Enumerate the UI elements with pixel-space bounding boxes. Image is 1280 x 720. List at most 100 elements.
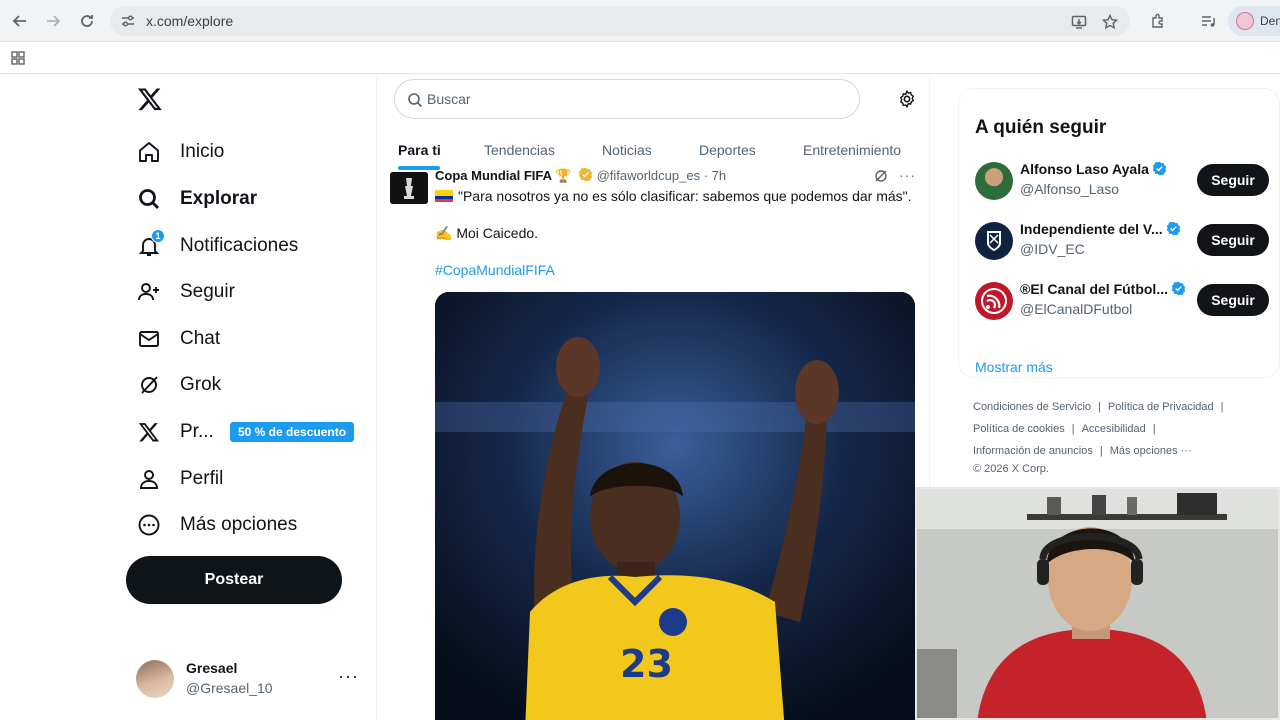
address-bar[interactable]: x.com/explore	[110, 6, 1130, 36]
avatar[interactable]	[390, 172, 428, 204]
search-placeholder: Buscar	[427, 91, 471, 107]
verified-icon	[1152, 161, 1167, 176]
show-more-link[interactable]: Mostrar más	[975, 359, 1053, 375]
follow-suggestion[interactable]: ®El Canal del Fútbol... @ElCanalDFutbol …	[975, 280, 1275, 324]
who-to-follow-card: A quién seguir Alfonso Laso Ayala @Alfon…	[958, 88, 1280, 378]
apps-grid-icon[interactable]	[11, 51, 25, 65]
avatar	[975, 282, 1013, 320]
nav-label: Más opciones	[180, 514, 298, 535]
footer-link[interactable]: Más opciones ···	[1110, 445, 1192, 457]
footer-links: Condiciones de Servicio | Política de Priv…	[973, 401, 1224, 475]
tweet-hashtag[interactable]: #CopaMundialFIFA	[435, 262, 555, 278]
suggestion-handle: @ElCanalDFutbol	[1020, 301, 1133, 317]
tab-trending[interactable]: Tendencias	[484, 142, 555, 158]
footer-link[interactable]: Accesibilidad	[1082, 423, 1146, 435]
profile-name: Den	[1260, 14, 1280, 28]
reload-icon[interactable]	[77, 11, 97, 31]
nav-profile[interactable]: Perfil	[136, 464, 223, 494]
nav-label: Seguir	[180, 281, 235, 302]
suggestion-handle: @IDV_EC	[1020, 241, 1085, 257]
verified-gold-icon	[578, 167, 593, 182]
tab-news[interactable]: Noticias	[602, 142, 652, 158]
nav-premium[interactable]: Pr...	[136, 417, 214, 447]
nav-chat[interactable]: Chat	[136, 324, 220, 354]
gear-icon[interactable]	[897, 89, 917, 109]
tweet-more-icon[interactable]: ···	[899, 167, 916, 183]
avatar	[975, 222, 1013, 260]
tweet-author[interactable]: Copa Mundial FIFA 🏆	[435, 168, 571, 183]
verified-icon	[1171, 281, 1186, 296]
extensions-icon[interactable]	[1148, 11, 1168, 31]
premium-discount-badge[interactable]: 50 % de descuento	[230, 422, 355, 442]
tweet-photo[interactable]: 23	[435, 292, 915, 720]
footer-link[interactable]: Información de anuncios	[973, 445, 1093, 457]
avatar	[975, 162, 1013, 200]
account-more-icon[interactable]: ···	[338, 666, 359, 687]
search-icon	[408, 93, 423, 108]
nav-label: Chat	[180, 328, 221, 349]
grok-icon[interactable]	[873, 168, 889, 184]
nav-explore[interactable]: Explorar	[136, 184, 257, 214]
nav-label: Grok	[180, 374, 222, 395]
jersey-number: 23	[620, 642, 673, 686]
tweet[interactable]: Copa Mundial FIFA 🏆 @fifaworldcup_es · 7…	[377, 167, 929, 720]
account-handle: @Gresael_10	[186, 680, 273, 696]
who-to-follow-title: A quién seguir	[975, 117, 1107, 138]
post-button[interactable]: Postear	[126, 556, 342, 604]
nav-grok[interactable]: Grok	[136, 370, 221, 400]
suggestion-name: Independiente del V...	[1020, 221, 1181, 237]
follow-button[interactable]: Seguir	[1197, 164, 1269, 196]
account-name: Gresael	[186, 660, 238, 676]
follow-button[interactable]: Seguir	[1197, 224, 1269, 256]
more-circle-icon	[136, 512, 162, 538]
main-column: Buscar Para ti Tendencias Noticias Depor…	[376, 74, 930, 720]
nav-label: Explorar	[180, 188, 258, 209]
search-input[interactable]: Buscar	[394, 79, 860, 119]
media-controls-icon[interactable]	[1198, 11, 1218, 31]
person-plus-icon	[136, 279, 162, 305]
fifa-trophy-icon	[390, 172, 428, 204]
nav-more-options[interactable]: Más opciones	[136, 510, 297, 540]
tab-for-you[interactable]: Para ti	[398, 142, 441, 158]
account-switcher[interactable]: Gresael @Gresael_10 ···	[136, 658, 360, 702]
site-info-icon[interactable]	[120, 13, 136, 29]
profile-button[interactable]: Den	[1228, 6, 1280, 36]
webcam-overlay	[915, 487, 1280, 720]
tab-entertainment[interactable]: Entretenimiento	[803, 142, 901, 158]
url-text[interactable]: x.com/explore	[146, 13, 233, 29]
avatar	[136, 660, 174, 698]
bookmarks-bar	[0, 42, 1280, 74]
follow-suggestion[interactable]: Independiente del V... @IDV_EC Seguir	[975, 220, 1275, 264]
tweet-handle[interactable]: @fifaworldcup_es · 7h	[597, 168, 727, 183]
search-icon	[136, 186, 162, 212]
follow-button[interactable]: Seguir	[1197, 284, 1269, 316]
tweet-attribution: ✍️ Moi Caicedo.	[435, 225, 539, 241]
footer-link[interactable]: Condiciones de Servicio	[973, 401, 1091, 413]
suggestion-name: ®El Canal del Fútbol...	[1020, 281, 1186, 297]
notification-badge: 1	[151, 229, 165, 243]
nav-label: Perfil	[180, 468, 224, 489]
back-icon[interactable]	[10, 11, 30, 31]
left-navigation: Inicio Explorar Notificaciones Seguir Ch…	[0, 74, 376, 720]
nav-follow[interactable]: Seguir	[136, 277, 235, 307]
x-logo-icon[interactable]	[137, 86, 163, 112]
nav-label: Notificaciones	[180, 235, 299, 256]
bookmark-star-icon[interactable]	[1101, 13, 1119, 31]
profile-avatar	[1236, 12, 1254, 30]
grok-icon	[136, 372, 162, 398]
tab-sports[interactable]: Deportes	[699, 142, 756, 158]
follow-suggestion[interactable]: Alfonso Laso Ayala @Alfonso_Laso Seguir	[975, 160, 1275, 204]
forward-icon[interactable]	[43, 11, 63, 31]
idv-crest-icon	[987, 231, 1001, 251]
footer-link[interactable]: Política de Privacidad	[1108, 401, 1214, 413]
install-app-icon[interactable]	[1070, 13, 1088, 31]
suggestion-handle: @Alfonso_Laso	[1020, 181, 1120, 197]
x-logo-icon	[136, 419, 162, 445]
nav-home[interactable]: Inicio	[136, 137, 224, 167]
tweet-quote: "Para nosotros ya no es sólo clasificar:…	[458, 188, 912, 204]
envelope-icon	[136, 326, 162, 352]
footer-link[interactable]: Política de cookies	[973, 423, 1065, 435]
home-icon	[136, 139, 162, 165]
explore-tabs: Para ti Tendencias Noticias Deportes Ent…	[377, 130, 929, 170]
tweet-header: Copa Mundial FIFA 🏆 @fifaworldcup_es · 7…	[435, 167, 726, 184]
